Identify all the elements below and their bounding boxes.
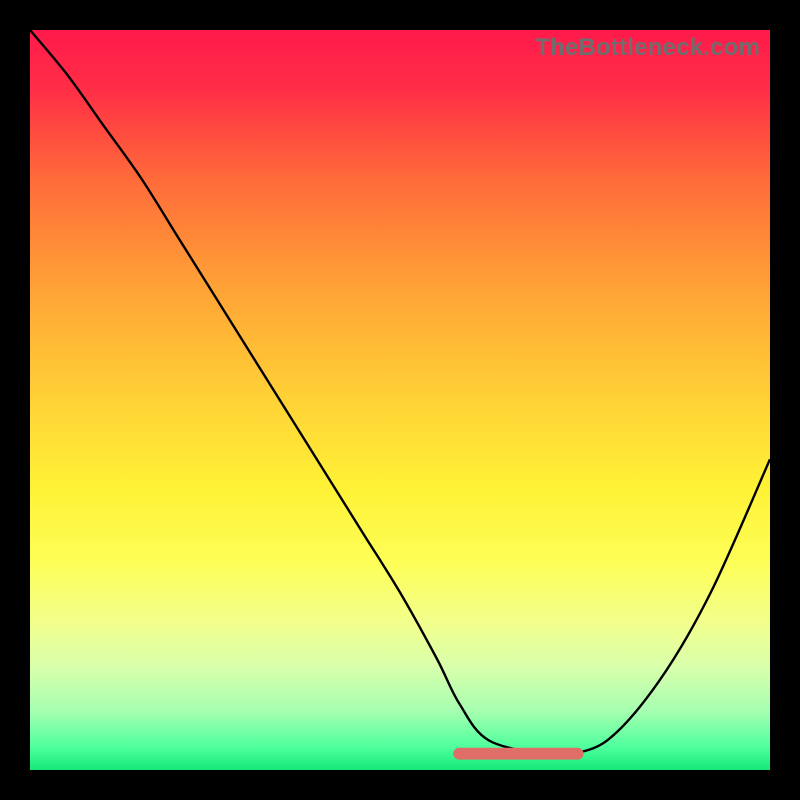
- watermark-text: TheBottleneck.com: [535, 34, 760, 62]
- plot-area: TheBottleneck.com: [30, 30, 770, 770]
- chart-frame: TheBottleneck.com: [0, 0, 800, 800]
- bottleneck-curve: [30, 30, 770, 770]
- curve-line: [30, 30, 770, 757]
